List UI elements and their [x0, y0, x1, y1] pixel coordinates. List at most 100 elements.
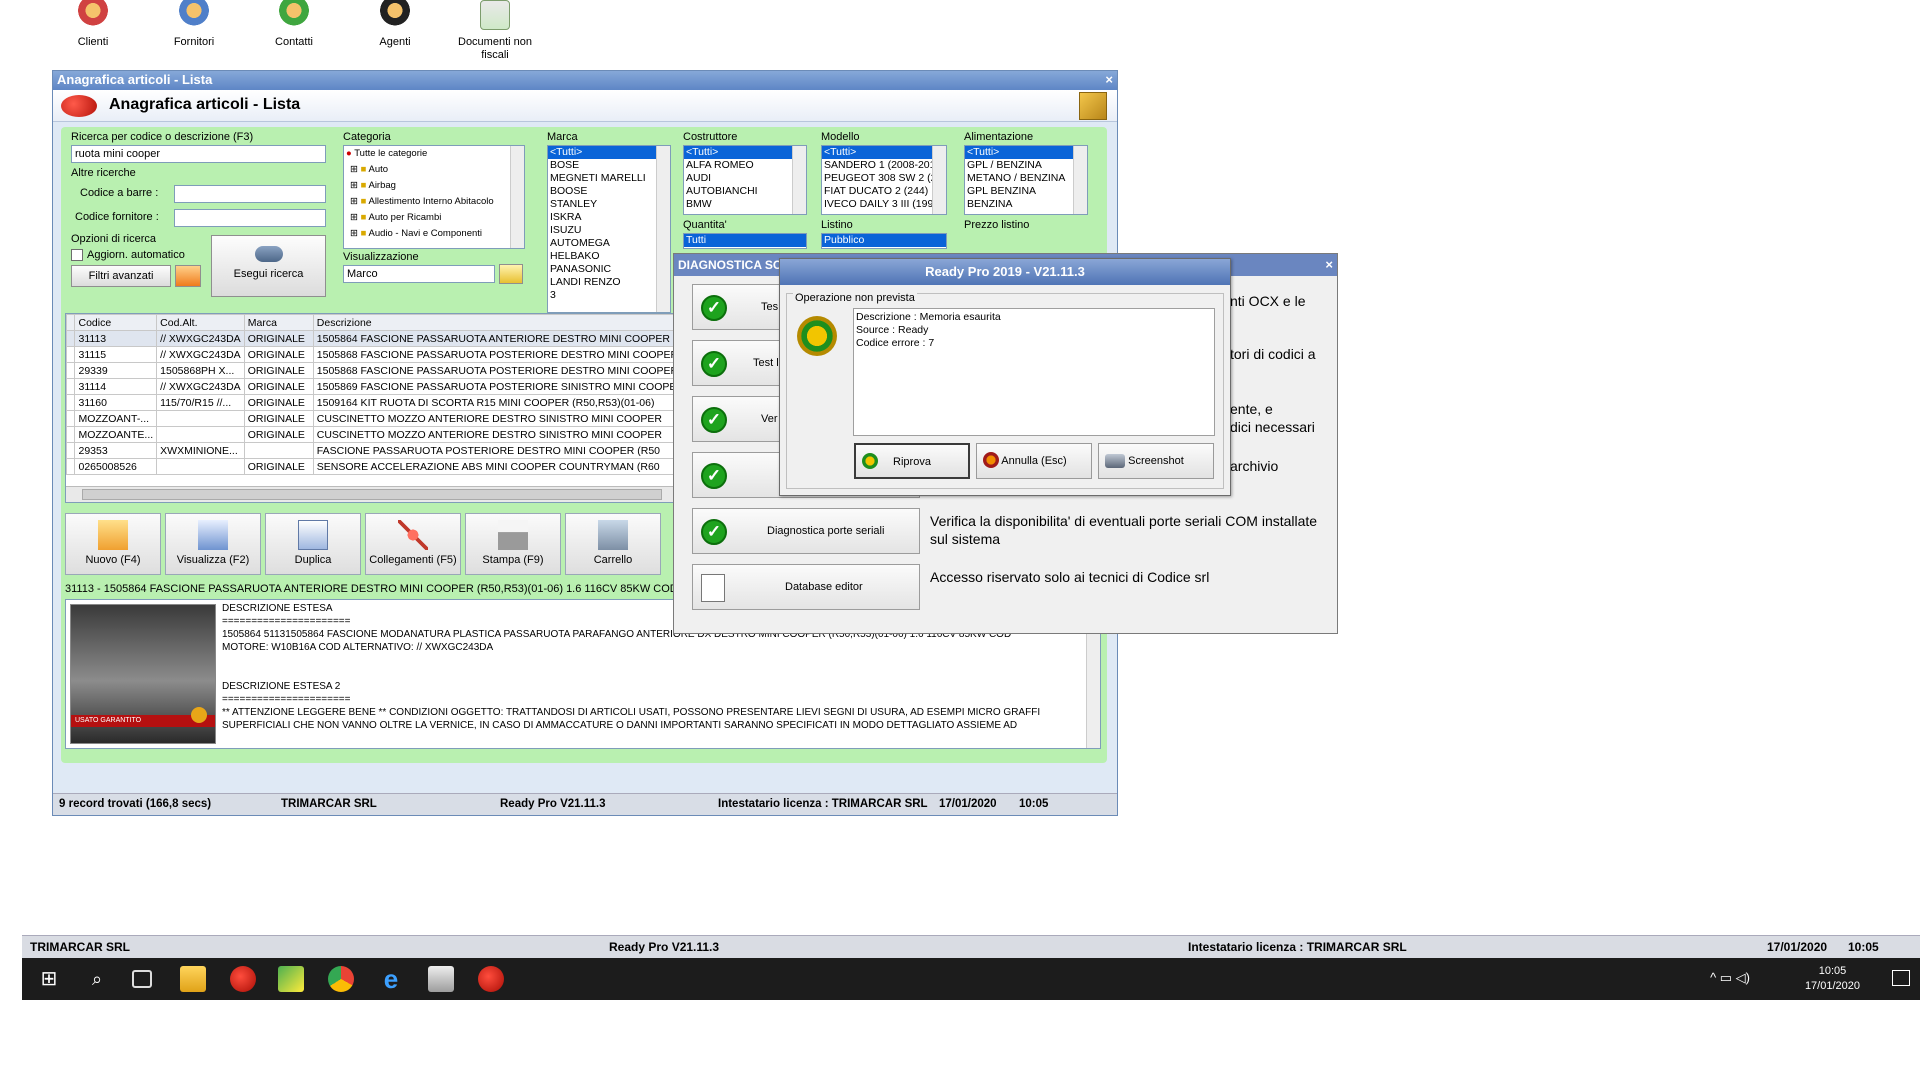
links-button[interactable]: Collegamenti (F5)	[365, 513, 461, 575]
brand-item[interactable]: <Tutti>	[548, 146, 670, 159]
table-cell[interactable]: XWXMINIONE...	[156, 442, 245, 459]
category-scrollbar[interactable]	[510, 146, 524, 248]
builder-scrollbar[interactable]	[792, 146, 806, 214]
table-cell[interactable]: 115/70/R15 //...	[156, 394, 245, 411]
scrollbar-thumb[interactable]	[82, 489, 662, 500]
contacts-button[interactable]: Contatti	[249, 0, 339, 49]
table-row[interactable]: 31115// XWXGC243DA ORIGINALE 1505868 FASCI…	[66, 346, 688, 363]
table-cell[interactable]: FASCIONE PASSARUOTA POSTERIORE DESTRO MI…	[312, 442, 688, 459]
table-cell[interactable]: 31115	[74, 346, 158, 363]
duplicate-button[interactable]: Duplica	[265, 513, 361, 575]
retry-button[interactable]: Riprova	[854, 443, 970, 479]
tree-item[interactable]: ● Tutte le categorie	[344, 146, 524, 162]
documents-button[interactable]: Documenti non fiscali	[450, 0, 540, 62]
model-item[interactable]: SANDERO 1 (2008-201	[822, 159, 946, 172]
table-cell[interactable]	[243, 442, 314, 459]
table-row[interactable]: MOZZOANTE... ORIGINALE CUSCINETTO MOZZO AN…	[66, 426, 688, 443]
fuel-item[interactable]: GPL BENZINA	[965, 185, 1087, 198]
teamviewer-icon[interactable]	[278, 966, 304, 992]
search-input[interactable]: ruota mini cooper	[71, 145, 326, 163]
table-cell[interactable]: CUSCINETTO MOZZO ANTERIORE DESTRO SINIST…	[312, 410, 688, 427]
screenshot-button[interactable]: Screenshot	[1098, 443, 1214, 479]
table-cell[interactable]: 31114	[74, 378, 158, 395]
clients-button[interactable]: Clienti	[48, 0, 138, 49]
model-item[interactable]: PEUGEOT 308 SW 2 (2(	[822, 172, 946, 185]
table-cell[interactable]: ORIGINALE	[243, 378, 314, 395]
serial-ports-button[interactable]: ✓ Diagnostica porte seriali	[692, 508, 920, 554]
clock[interactable]: 10:05 17/01/2020	[1805, 964, 1860, 994]
chrome-icon[interactable]	[328, 966, 354, 992]
table-cell[interactable]: MOZZOANT-...	[74, 410, 158, 427]
column-header[interactable]: Cod.Alt.	[156, 314, 245, 331]
table-cell[interactable]: // XWXGC243DA	[156, 378, 245, 395]
table-row[interactable]: 0265008526 ORIGINALE SENSORE ACCELERAZIONE…	[66, 458, 688, 475]
brand-scrollbar[interactable]	[656, 146, 670, 312]
table-cell[interactable]: ORIGINALE	[243, 458, 314, 475]
cart-button[interactable]: Carrello	[565, 513, 661, 575]
table-cell[interactable]: 1505868 FASCIONE PASSARUOTA POSTERIORE D…	[312, 362, 688, 379]
brand-item[interactable]: 3	[548, 289, 670, 302]
fuel-scrollbar[interactable]	[1073, 146, 1087, 214]
model-item[interactable]: FIAT DUCATO 2 (244)	[822, 185, 946, 198]
notification-icon[interactable]	[1892, 970, 1910, 986]
table-cell[interactable]: 1505864 FASCIONE PASSARUOTA ANTERIORE DE…	[312, 330, 688, 347]
brand-item[interactable]: BOOSE	[548, 185, 670, 198]
brand-item[interactable]: MEGNETI MARELLI	[548, 172, 670, 185]
model-item[interactable]: IVECO DAILY 3 III (199	[822, 198, 946, 211]
suppliers-button[interactable]: Fornitori	[149, 0, 239, 49]
fuel-item[interactable]: <Tutti>	[965, 146, 1087, 159]
database-editor-button[interactable]: Database editor	[692, 564, 920, 610]
builder-item[interactable]: AUTOBIANCHI	[684, 185, 806, 198]
supplier-code-input[interactable]	[174, 209, 326, 227]
table-row[interactable]: 31114// XWXGC243DA ORIGINALE 1505869 FASCI…	[66, 378, 688, 395]
builder-item[interactable]: <Tutti>	[684, 146, 806, 159]
table-cell[interactable]: ORIGINALE	[243, 410, 314, 427]
articles-table[interactable]: Codice Cod.Alt. Marca Descrizione 31113/…	[65, 313, 689, 503]
fuel-item[interactable]: BENZINA	[965, 198, 1087, 211]
tree-item[interactable]: ⊞ ■ Auto per Ricambi	[344, 210, 524, 226]
brand-item[interactable]: ISUZU	[548, 224, 670, 237]
category-tree[interactable]: ● Tutte le categorie ⊞ ■ Auto ⊞ ■ Airbag…	[343, 145, 525, 249]
tree-item[interactable]: ⊞ ■ Airbag	[344, 178, 524, 194]
builder-item[interactable]: ALFA ROMEO	[684, 159, 806, 172]
table-cell[interactable]: 31113	[74, 330, 158, 347]
model-item[interactable]: <Tutti>	[822, 146, 946, 159]
print-button[interactable]: Stampa (F9)	[465, 513, 561, 575]
fuel-list[interactable]: <Tutti> GPL / BENZINA METANO / BENZINA G…	[964, 145, 1088, 215]
tree-item[interactable]: ⊞ ■ Audio - Navi e Componenti	[344, 226, 524, 242]
brand-item[interactable]: HELBAKO	[548, 250, 670, 263]
fuel-item[interactable]: GPL / BENZINA	[965, 159, 1087, 172]
builder-item[interactable]: AUDI	[684, 172, 806, 185]
column-header[interactable]: Marca	[243, 314, 314, 331]
barcode-input[interactable]	[174, 185, 326, 203]
column-header[interactable]: Descrizione	[312, 314, 688, 331]
table-cell[interactable]: 1505869 FASCIONE PASSARUOTA POSTERIORE S…	[312, 378, 688, 395]
brand-item[interactable]: AUTOMEGA	[548, 237, 670, 250]
tray-icons[interactable]: ^ ▭ ◁)	[1710, 970, 1750, 986]
close-icon[interactable]: ×	[1325, 254, 1333, 276]
brand-item[interactable]: STANLEY	[548, 198, 670, 211]
table-cell[interactable]: // XWXGC243DA	[156, 346, 245, 363]
view-select[interactable]: Marco	[343, 265, 495, 283]
quantity-select[interactable]: Tutti	[683, 233, 807, 249]
table-row[interactable]: 29353 XWXMINIONE... FASCIONE PASSARUOTA PO…	[66, 442, 688, 459]
new-button[interactable]: Nuovo (F4)	[65, 513, 161, 575]
table-cell[interactable]: 29339	[74, 362, 158, 379]
table-cell[interactable]: ORIGINALE	[243, 346, 314, 363]
agents-button[interactable]: Agenti	[350, 0, 440, 49]
table-cell[interactable]: 29353	[74, 442, 158, 459]
internet-explorer-icon[interactable]: e	[378, 966, 404, 992]
builder-item[interactable]: BMW	[684, 198, 806, 211]
brand-item[interactable]: BOSE	[548, 159, 670, 172]
task-view-icon[interactable]	[132, 970, 152, 988]
fuel-item[interactable]: METANO / BENZINA	[965, 172, 1087, 185]
table-row[interactable]: 29339 1505868PH X... ORIGINALE 1505868 FASC…	[66, 362, 688, 379]
folder-icon[interactable]	[499, 264, 523, 284]
table-cell[interactable]	[156, 410, 245, 427]
table-cell[interactable]	[156, 426, 245, 443]
tree-item[interactable]: ⊞ ■ Auto	[344, 162, 524, 178]
model-list[interactable]: <Tutti> SANDERO 1 (2008-201 PEUGEOT 308 …	[821, 145, 947, 215]
filter-icon[interactable]	[175, 265, 201, 287]
close-icon[interactable]: ×	[1105, 71, 1113, 89]
view-button[interactable]: Visualizza (F2)	[165, 513, 261, 575]
